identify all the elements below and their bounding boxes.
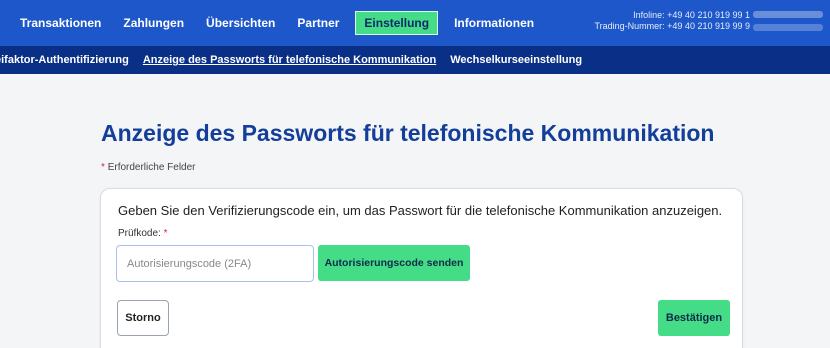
main-menu: Transaktionen Zahlungen Übersichten Part… — [20, 11, 556, 35]
nav-item-einstellung[interactable]: Einstellung — [355, 11, 439, 35]
top-navigation-bar: Transaktionen Zahlungen Übersichten Part… — [0, 0, 830, 46]
nav-item-zahlungen[interactable]: Zahlungen — [123, 16, 184, 30]
instruction-text: Geben Sie den Verifizierungscode ein, um… — [118, 203, 723, 218]
required-fields-text: Erforderliche Felder — [107, 162, 196, 173]
required-fields-note: * Erforderliche Felder — [101, 162, 196, 173]
subnav-item-phone-password[interactable]: Anzeige des Passworts für telefonische K… — [143, 54, 436, 66]
contact-info: Infoline: +49 40 210 919 99 1 Trading-Nu… — [560, 10, 750, 32]
trading-number-text: Trading-Nummer: +49 40 210 919 99 9 — [594, 21, 750, 31]
infoline-text: Infoline: +49 40 210 919 99 1 — [633, 10, 750, 20]
page-title: Anzeige des Passworts für telefonische K… — [101, 120, 715, 146]
confirm-button[interactable]: Bestätigen — [658, 300, 730, 336]
nav-item-partner[interactable]: Partner — [297, 16, 339, 30]
subnav-item-two-factor[interactable]: eifaktor-Authentifizierung — [0, 54, 129, 66]
code-required-star: * — [163, 228, 168, 239]
code-label-text: Prüfkode: — [118, 228, 161, 239]
authorization-code-input[interactable] — [116, 245, 314, 282]
nav-item-transaktionen[interactable]: Transaktionen — [20, 16, 101, 30]
required-star: * — [101, 162, 105, 173]
subnav-item-exchange-rate[interactable]: Wechselkurseeinstellung — [450, 54, 582, 66]
nav-item-uebersichten[interactable]: Übersichten — [206, 16, 275, 30]
code-field-label: Prüfkode: * — [118, 228, 168, 239]
cancel-button[interactable]: Storno — [117, 300, 169, 336]
settings-sub-navigation: eifaktor-Authentifizierung Anzeige des P… — [0, 46, 830, 74]
send-code-button[interactable]: Autorisierungscode senden — [318, 245, 470, 281]
redacted-account-info-2 — [753, 24, 823, 31]
redacted-account-info — [753, 11, 823, 18]
nav-item-informationen[interactable]: Informationen — [454, 16, 534, 30]
